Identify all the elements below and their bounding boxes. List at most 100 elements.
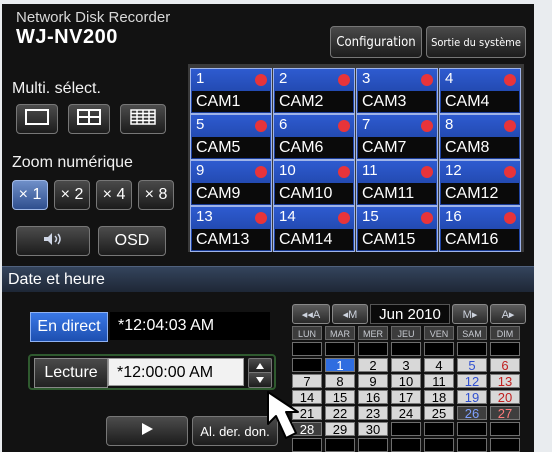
calendar-empty-cell	[358, 438, 388, 452]
calendar-day[interactable]: 18	[424, 390, 454, 405]
recording-indicator-icon	[421, 166, 433, 178]
recorder-panel: Network Disk Recorder WJ-NV200 Configura…	[2, 4, 534, 452]
camera-tile[interactable]: 11 CAM11	[356, 160, 438, 206]
calendar-day[interactable]: 22	[325, 406, 355, 421]
calendar-empty-cell	[391, 422, 421, 436]
camera-tile[interactable]: 8 CAM8	[439, 114, 521, 160]
calendar-day[interactable]: 4	[424, 358, 454, 373]
calendar-day[interactable]: 1	[325, 358, 355, 373]
camera-number: 11	[362, 162, 378, 179]
camera-name: CAM14	[275, 229, 353, 250]
calendar-day[interactable]: 24	[391, 406, 421, 421]
camera-tile[interactable]: 5 CAM5	[190, 114, 272, 160]
zoom-x8-button[interactable]: × 8	[138, 180, 174, 210]
sixteen-split-button[interactable]	[120, 104, 166, 134]
calendar-empty-cell	[457, 438, 487, 452]
calendar-day[interactable]: 15	[325, 390, 355, 405]
time-down-button[interactable]	[248, 372, 272, 388]
configuration-button[interactable]: Configuration	[330, 26, 422, 58]
recording-indicator-icon	[338, 166, 350, 178]
camera-tile[interactable]: 10 CAM10	[273, 160, 355, 206]
camera-name: CAM13	[192, 229, 270, 250]
calendar-day[interactable]: 7	[292, 374, 322, 389]
calendar-day[interactable]: 23	[358, 406, 388, 421]
zoom-x1-button[interactable]: × 1	[12, 180, 48, 210]
calendar-day[interactable]: 11	[424, 374, 454, 389]
quad-split-button[interactable]	[68, 104, 110, 134]
recording-indicator-icon	[421, 120, 433, 132]
camera-number: 10	[279, 162, 296, 179]
camera-tile[interactable]: 9 CAM9	[190, 160, 272, 206]
camera-name: CAM11	[358, 183, 436, 204]
calendar-day[interactable]: 2	[358, 358, 388, 373]
camera-name: CAM12	[441, 183, 519, 204]
calendar-empty-cell	[424, 422, 454, 436]
camera-number: 5	[196, 116, 205, 133]
live-time-display: *12:04:03 AM	[110, 312, 270, 340]
calendar-day[interactable]: 3	[391, 358, 421, 373]
calendar-day[interactable]: 8	[325, 374, 355, 389]
calendar-empty-cell	[424, 342, 454, 356]
camera-tile[interactable]: 13 CAM13	[190, 206, 272, 252]
playback-time-input[interactable]: *12:00:00 AM	[108, 358, 244, 386]
camera-name: CAM8	[441, 137, 519, 158]
calendar-empty-cell	[325, 342, 355, 356]
play-button[interactable]	[106, 416, 188, 446]
calendar-day[interactable]: 20	[490, 390, 520, 405]
calendar-day[interactable]: 9	[358, 374, 388, 389]
calendar-day[interactable]: 29	[325, 422, 355, 437]
camera-tile[interactable]: 15 CAM15	[356, 206, 438, 252]
recording-indicator-icon	[338, 212, 350, 224]
calendar-day[interactable]: 12	[457, 374, 487, 389]
camera-number: 15	[362, 208, 379, 225]
camera-number: 2	[279, 70, 288, 87]
zoom-x4-button[interactable]: × 4	[96, 180, 132, 210]
calendar-day[interactable]: 13	[490, 374, 520, 389]
camera-tile[interactable]: 2 CAM2	[273, 68, 355, 114]
calendar-day[interactable]: 17	[391, 390, 421, 405]
camera-tile[interactable]: 6 CAM6	[273, 114, 355, 160]
date-time-header: Date et heure	[2, 266, 534, 292]
calendar-day[interactable]: 10	[391, 374, 421, 389]
camera-tile[interactable]: 7 CAM7	[356, 114, 438, 160]
single-screen-button[interactable]	[16, 104, 58, 134]
camera-name: CAM5	[192, 137, 270, 158]
camera-tile[interactable]: 16 CAM16	[439, 206, 521, 252]
calendar-day[interactable]: 16	[358, 390, 388, 405]
single-screen-icon	[25, 108, 49, 130]
next-month-button[interactable]: M▸	[452, 304, 488, 324]
weekday-header: JEU	[391, 326, 421, 340]
speaker-icon	[41, 231, 65, 252]
camera-tile[interactable]: 3 CAM3	[356, 68, 438, 114]
recording-indicator-icon	[504, 74, 516, 86]
camera-number: 14	[279, 208, 296, 225]
camera-tile[interactable]: 12 CAM12	[439, 160, 521, 206]
calendar-day[interactable]: 27	[490, 406, 520, 421]
calendar-day[interactable]: 30	[358, 422, 388, 437]
recording-indicator-icon	[504, 166, 516, 178]
live-button[interactable]: En direct	[30, 312, 108, 342]
osd-button[interactable]: OSD	[98, 226, 166, 256]
camera-grid: 1 CAM1 2 CAM2 3 CAM3 4 CAM4 5 CAM5 6 CAM6 7 CAM7 8 CAM8…	[188, 64, 524, 252]
recording-indicator-icon	[255, 120, 267, 132]
camera-tile[interactable]: 14 CAM14	[273, 206, 355, 252]
calendar-empty-cell	[457, 342, 487, 356]
calendar-day[interactable]: 5	[457, 358, 487, 373]
playback-button[interactable]: Lecture	[34, 358, 108, 388]
audio-button[interactable]	[16, 226, 90, 256]
previous-month-button[interactable]: ◂M	[332, 304, 368, 324]
calendar-day[interactable]: 6	[490, 358, 520, 373]
multi-select-label: Multi. sélect.	[12, 80, 101, 97]
previous-year-button[interactable]: ◂◂A	[292, 304, 330, 324]
recording-indicator-icon	[255, 212, 267, 224]
weekday-header: MAR	[325, 326, 355, 340]
camera-tile[interactable]: 1 CAM1	[190, 68, 272, 114]
next-year-button[interactable]: A▸	[490, 304, 526, 324]
system-exit-button[interactable]: Sortie du système	[426, 26, 526, 58]
calendar-day[interactable]: 19	[457, 390, 487, 405]
zoom-x2-button[interactable]: × 2	[54, 180, 90, 210]
calendar-day[interactable]: 26	[457, 406, 487, 421]
calendar-day[interactable]: 25	[424, 406, 454, 421]
play-icon	[140, 422, 154, 441]
camera-tile[interactable]: 4 CAM4	[439, 68, 521, 114]
